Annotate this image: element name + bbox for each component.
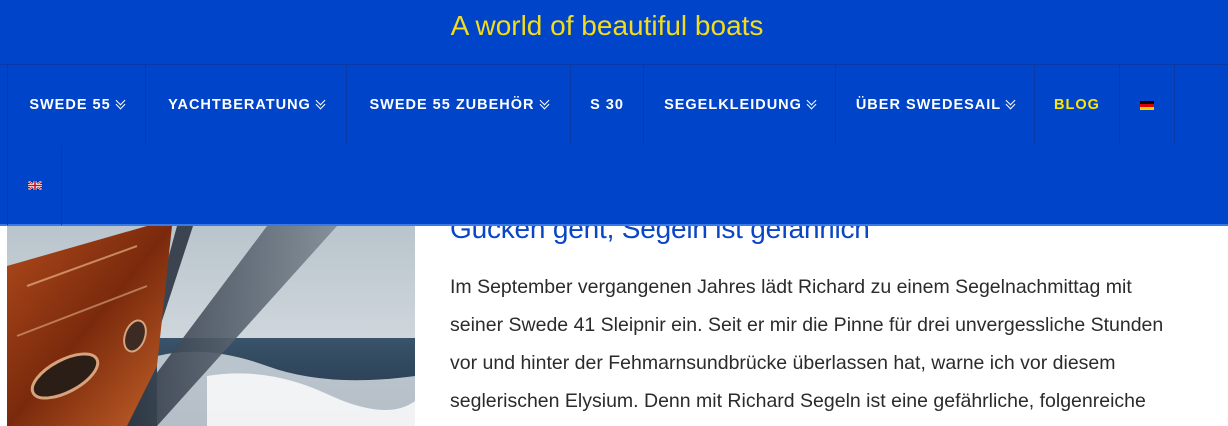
chevron-double-down-icon xyxy=(115,95,126,109)
nav-item-swede-55-zubehoer[interactable]: SWEDE 55 ZUBEHÖR xyxy=(346,65,570,145)
nav-item-swede-55[interactable]: SWEDE 55 xyxy=(7,65,145,145)
chevron-double-down-icon xyxy=(1005,95,1016,109)
nav-item-label: SEGELKLEIDUNG xyxy=(664,97,802,113)
nav-item-segelkleidung[interactable]: SEGELKLEIDUNG xyxy=(643,65,835,145)
language-switch-german[interactable] xyxy=(1119,65,1175,145)
nav-item-label: SWEDE 55 ZUBEHÖR xyxy=(369,97,535,113)
nav-item-yachtberatung[interactable]: YACHTBERATUNG xyxy=(145,65,346,145)
site-logo-cropped[interactable] xyxy=(360,0,860,4)
site-header: A world of beautiful boats SWEDE 55 YACH… xyxy=(0,0,1228,226)
nav-item-label: SWEDE 55 xyxy=(29,97,111,113)
excerpt-line: Im September vergangenen Jahres lädt Ric… xyxy=(450,276,1132,298)
post-featured-image[interactable] xyxy=(7,226,415,426)
excerpt-line: vor und hinter der Fehmarnsundbrücke übe… xyxy=(450,352,1116,374)
main-navigation-row-2 xyxy=(0,145,62,225)
nav-item-ueber-swedesail[interactable]: ÜBER SWEDESAIL xyxy=(835,65,1034,145)
nav-item-label: ÜBER SWEDESAIL xyxy=(855,97,1002,113)
nav-item-label: S 30 xyxy=(590,97,624,113)
excerpt-line: seglerischen Elysium. Denn mit Richard S… xyxy=(450,390,1146,412)
chevron-double-down-icon xyxy=(806,95,817,109)
excerpt-line: seiner Swede 41 Sleipnir ein. Seit er mi… xyxy=(450,314,1164,336)
site-tagline: A world of beautiful boats xyxy=(450,10,764,41)
flag-uk-icon xyxy=(27,180,42,190)
chevron-double-down-icon xyxy=(315,95,326,109)
nav-item-blog[interactable]: BLOG xyxy=(1034,65,1119,145)
flag-germany-icon xyxy=(1140,100,1154,110)
language-switch-english[interactable] xyxy=(7,145,62,225)
main-navigation: SWEDE 55 YACHTBERATUNG SWEDE 55 ZUBEHÖR … xyxy=(0,65,1175,145)
nav-item-label: BLOG xyxy=(1054,97,1100,113)
post-excerpt: Im September vergangenen Jahres lädt Ric… xyxy=(450,268,1210,420)
nav-item-s-30[interactable]: S 30 xyxy=(570,65,643,145)
nav-item-label: YACHTBERATUNG xyxy=(168,97,311,113)
chevron-double-down-icon xyxy=(539,95,549,109)
